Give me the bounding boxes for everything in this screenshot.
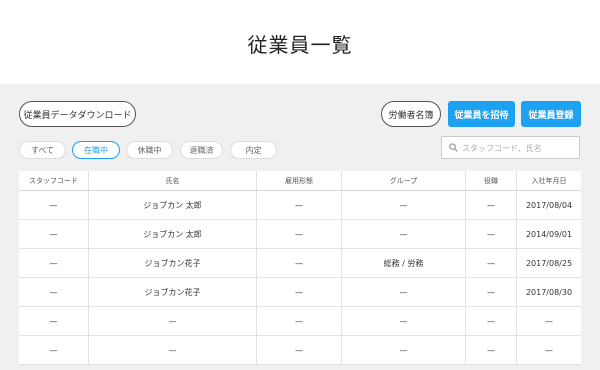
cell-join-date: 2014/09/01: [525, 229, 573, 239]
cell-employment-type: —: [257, 191, 342, 219]
cell-name: ジョブカン 太郎: [89, 191, 257, 219]
column-header-employment-type[interactable]: 雇用形態: [257, 171, 342, 190]
cell-name: —: [89, 307, 257, 335]
tab-retired[interactable]: 退職済: [180, 141, 223, 159]
tab-employed[interactable]: 在職中: [72, 141, 120, 159]
labor-register-button[interactable]: 労働者名簿: [381, 101, 441, 127]
cell-position: —: [466, 336, 517, 364]
cell-staff-code: —: [19, 336, 89, 364]
cell-name: ジョブカン花子: [89, 278, 257, 306]
column-header-position[interactable]: 役職: [466, 171, 517, 190]
cell-staff-code: —: [19, 278, 89, 306]
table-row[interactable]: — ジョブカン 太郎 — — — 2014/09/01: [19, 220, 581, 249]
table-row[interactable]: — ジョブカン 太郎 — — — 2017/08/04: [19, 191, 581, 220]
cell-employment-type: —: [257, 307, 342, 335]
cell-group: —: [342, 278, 466, 306]
table-row[interactable]: — — — — — —: [19, 307, 581, 336]
cell-position: —: [466, 220, 517, 248]
column-header-name[interactable]: 氏名: [89, 171, 257, 190]
page-title: 従業員一覧: [247, 33, 353, 57]
cell-join-date: 2017/08/25: [525, 258, 573, 268]
cell-name: —: [89, 336, 257, 364]
cell-employment-type: —: [257, 220, 342, 248]
cell-employment-type: —: [257, 249, 342, 277]
cell-join-date: 2017/08/30: [525, 287, 573, 297]
cell-join-date: —: [545, 316, 553, 326]
cell-staff-code: —: [19, 307, 89, 335]
cell-group: —: [342, 191, 466, 219]
cell-employment-type: —: [257, 336, 342, 364]
cell-name: ジョブカン花子: [89, 249, 257, 277]
cell-staff-code: —: [19, 249, 89, 277]
page-header: 従業員一覧: [0, 0, 600, 84]
invite-employee-button[interactable]: 従業員を招待: [448, 101, 515, 127]
tab-offer[interactable]: 内定: [230, 141, 277, 159]
table-header: スタッフコード 氏名 雇用形態 グループ 役職 入社年月日: [19, 171, 581, 191]
cell-join-date: 2017/08/04: [525, 200, 573, 210]
employee-table: スタッフコード 氏名 雇用形態 グループ 役職 入社年月日 — ジョブカン 太郎…: [19, 171, 581, 365]
tab-on-leave[interactable]: 休職中: [126, 141, 173, 159]
cell-position: —: [466, 191, 517, 219]
cell-employment-type: —: [257, 278, 342, 306]
cell-group: —: [342, 307, 466, 335]
search-box: [441, 136, 580, 159]
cell-position: —: [466, 278, 517, 306]
column-header-staff-code[interactable]: スタッフコード: [19, 171, 89, 190]
table-row[interactable]: — — — — — —: [19, 336, 581, 365]
download-employee-data-button[interactable]: 従業員データダウンロード: [19, 101, 136, 127]
cell-name: ジョブカン 太郎: [89, 220, 257, 248]
cell-staff-code: —: [19, 191, 89, 219]
register-employee-button[interactable]: 従業員登録: [521, 101, 581, 127]
cell-group: —: [342, 220, 466, 248]
search-icon: [449, 143, 458, 152]
table-row[interactable]: — ジョブカン花子 — 総務 / 労務 — 2017/08/25: [19, 249, 581, 278]
cell-staff-code: —: [19, 220, 89, 248]
search-input[interactable]: [462, 140, 577, 156]
cell-join-date: —: [545, 345, 553, 355]
column-header-join-date[interactable]: 入社年月日: [517, 171, 581, 190]
cell-position: —: [466, 249, 517, 277]
table-row[interactable]: — ジョブカン花子 — — — 2017/08/30: [19, 278, 581, 307]
cell-group: —: [342, 336, 466, 364]
tab-all[interactable]: すべて: [19, 141, 66, 159]
column-header-group[interactable]: グループ: [342, 171, 466, 190]
cell-group: 総務 / 労務: [342, 249, 466, 277]
cell-position: —: [466, 307, 517, 335]
